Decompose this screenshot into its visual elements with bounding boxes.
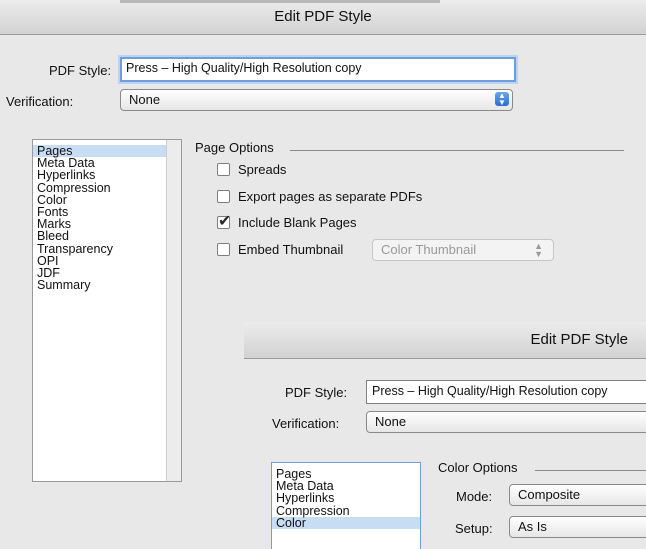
mode-select[interactable]: Composite (509, 484, 646, 506)
second-verification-value: None (375, 414, 407, 429)
spreads-checkbox[interactable] (217, 163, 230, 176)
mode-label: Mode: (456, 489, 493, 504)
embed-thumbnail-checkbox[interactable] (217, 243, 230, 256)
embed-thumbnail-row[interactable]: Embed Thumbnail (217, 242, 343, 257)
sidebar-list[interactable]: Pages Meta Data Hyperlinks Compression C… (32, 139, 182, 482)
setup-value: As Is (518, 519, 547, 534)
verification-label: Verification: (6, 94, 74, 109)
second-verification-select[interactable]: None (366, 411, 646, 433)
select-stepper-icon: ▲ ▼ (534, 241, 543, 259)
color-options-title: Color Options (438, 460, 518, 475)
second-verification-label: Verification: (272, 416, 340, 431)
verification-value: None (129, 92, 161, 107)
spreads-row[interactable]: Spreads (217, 162, 286, 177)
page-options-divider (290, 150, 624, 151)
sidebar-item-transparency[interactable]: Transparency (33, 242, 181, 255)
thumbnail-select-value: Color Thumbnail (381, 242, 477, 257)
checkmark-icon: ✔ (218, 213, 232, 230)
second-pdf-style-label: PDF Style: (285, 385, 348, 400)
second-pdf-style-field[interactable]: Press – High Quality/High Resolution cop… (366, 380, 646, 404)
second-sidebar-item-hyperlinks[interactable]: Hyperlinks (272, 492, 420, 505)
export-separate-label: Export pages as separate PDFs (238, 189, 423, 204)
color-options-divider (535, 470, 646, 471)
sidebar-item-compression[interactable]: Compression (33, 181, 181, 194)
export-separate-row[interactable]: Export pages as separate PDFs (217, 189, 422, 204)
second-window: Edit PDF Style PDF Style: Press – High Q… (244, 322, 646, 549)
sidebar-item-bleed[interactable]: Bleed (33, 230, 181, 243)
second-sidebar-item-compression[interactable]: Compression (272, 504, 420, 517)
embed-thumbnail-label: Embed Thumbnail (238, 242, 344, 257)
setup-label: Setup: (455, 521, 493, 536)
export-separate-checkbox[interactable] (217, 190, 230, 203)
include-blank-checkbox[interactable]: ✔ (217, 213, 231, 230)
sidebar-scrollbar[interactable] (166, 140, 181, 481)
second-window-title-bar: Edit PDF Style (244, 322, 646, 359)
page-options-title: Page Options (195, 140, 274, 155)
setup-select[interactable]: As Is (509, 516, 646, 538)
sidebar-item-hyperlinks[interactable]: Hyperlinks (33, 169, 181, 182)
spreads-label: Spreads (238, 162, 287, 177)
pdf-style-label: PDF Style: (49, 63, 112, 78)
include-blank-row[interactable]: ✔ Include Blank Pages (217, 213, 357, 230)
sidebar-item-summary[interactable]: Summary (33, 279, 181, 292)
window-title: Edit PDF Style (274, 8, 372, 25)
include-blank-label: Include Blank Pages (238, 215, 357, 230)
select-stepper-icon: ▲ ▼ (495, 92, 509, 107)
thumbnail-select: Color Thumbnail ▲ ▼ (372, 239, 554, 261)
verification-select[interactable]: None ▲ ▼ (120, 89, 513, 111)
second-sidebar-list[interactable]: Pages Meta Data Hyperlinks Compression C… (271, 462, 421, 549)
title-bar-edge (120, 0, 440, 3)
mode-value: Composite (518, 487, 581, 502)
window-title-bar: Edit PDF Style (0, 0, 646, 35)
second-sidebar-item-color[interactable]: Color (272, 516, 420, 529)
pdf-style-field[interactable]: Press – High Quality/High Resolution cop… (120, 57, 516, 82)
second-window-title: Edit PDF Style (530, 331, 628, 348)
